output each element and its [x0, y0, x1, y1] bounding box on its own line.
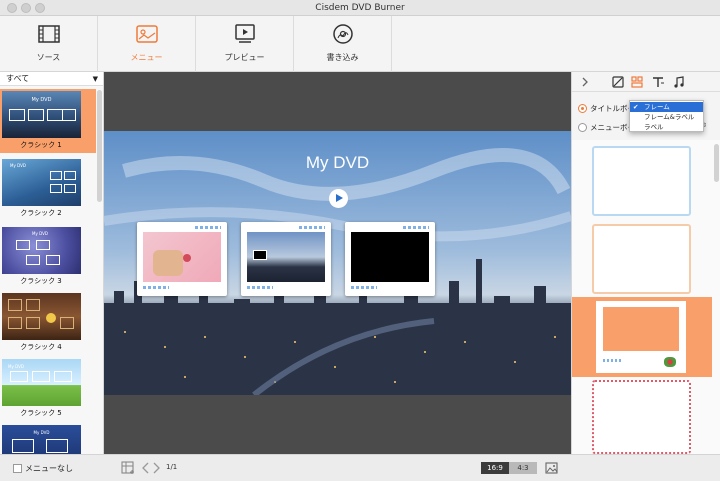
- card-label-placeholder: [195, 226, 221, 229]
- properties-tabs: [572, 72, 720, 92]
- template-sidebar: すべて ▼ My DVD クラシック 1 My DVD クラシック 2 My D…: [0, 72, 104, 454]
- chapter-image: [247, 232, 325, 282]
- thumb-title: My DVD: [32, 231, 48, 236]
- chapter-thumbnail[interactable]: [241, 222, 331, 296]
- text-icon[interactable]: [651, 75, 665, 89]
- film-icon: [38, 25, 60, 43]
- dropdown-option-frame-label[interactable]: フレーム&ラベル: [630, 112, 703, 122]
- template-item[interactable]: My DVD: [0, 423, 96, 454]
- no-menu-checkbox[interactable]: [13, 464, 22, 473]
- template-name: クラシック 4: [20, 343, 62, 351]
- menu-button-radio[interactable]: [578, 123, 587, 132]
- card-label-placeholder: [247, 286, 273, 289]
- sidebar-scrollbar[interactable]: [97, 90, 102, 202]
- card-label-placeholder: [143, 286, 169, 289]
- aspect-4-3-button[interactable]: 4:3: [509, 462, 537, 474]
- frame-label-placeholder: [603, 359, 623, 362]
- next-page-icon[interactable]: [151, 461, 161, 475]
- background-icon[interactable]: [611, 75, 625, 89]
- previous-page-icon[interactable]: [141, 461, 151, 475]
- tab-burn-label: 書き込み: [326, 53, 359, 62]
- checkmark-icon: ✔: [633, 103, 639, 111]
- dropdown-option-frame[interactable]: ✔ フレーム: [630, 102, 703, 112]
- template-name: クラシック 5: [20, 409, 62, 417]
- tab-burn[interactable]: 書き込み: [294, 16, 392, 72]
- template-item[interactable]: My DVD クラシック 3: [0, 225, 96, 289]
- frames-scrollbar[interactable]: [714, 144, 719, 182]
- decoration-icon: [664, 357, 676, 367]
- menu-template-icon: [136, 25, 158, 43]
- title-bar: Cisdem DVD Burner: [0, 0, 720, 16]
- chapter-image: [351, 232, 429, 282]
- thumb-title: My DVD: [31, 97, 52, 103]
- frame-style-list: [572, 140, 720, 454]
- card-label-placeholder: [351, 286, 377, 289]
- tab-source[interactable]: ソース: [0, 16, 98, 72]
- main-toolbar: ソース メニュー プレビュー 書き込み: [0, 16, 720, 72]
- frame-style-hearts[interactable]: [592, 380, 691, 454]
- template-item[interactable]: My DVD クラシック 1: [0, 89, 96, 153]
- template-item[interactable]: My DVD クラシック 5: [0, 357, 96, 421]
- frame-style-selected-row[interactable]: [572, 297, 712, 377]
- menu-canvas: My DVD: [104, 72, 571, 454]
- aspect-16-9-button[interactable]: 16:9: [481, 462, 509, 474]
- play-all-button[interactable]: [329, 189, 348, 208]
- chapter-image: [143, 232, 221, 282]
- template-name: クラシック 2: [20, 209, 62, 217]
- add-page-icon[interactable]: [121, 460, 135, 476]
- thumb-title: My DVD: [33, 430, 50, 435]
- thumb-title: My DVD: [8, 364, 24, 369]
- tab-menu[interactable]: メニュー: [98, 16, 196, 72]
- menu-button-label: メニューボタン: [590, 123, 630, 132]
- template-item[interactable]: クラシック 4: [0, 291, 96, 355]
- template-filter-dropdown[interactable]: すべて ▼: [0, 72, 103, 86]
- template-item[interactable]: My DVD クラシック 2: [0, 157, 96, 221]
- frame-style-orange[interactable]: [592, 224, 691, 294]
- template-thumbnail: My DVD: [2, 91, 81, 138]
- template-thumbnail: [2, 293, 81, 340]
- burn-disc-icon: [333, 24, 353, 44]
- template-thumbnail: My DVD: [2, 359, 81, 406]
- chapter-thumbnail[interactable]: [345, 222, 435, 296]
- zoom-window-button[interactable]: [35, 3, 45, 13]
- layout-icon[interactable]: [630, 75, 644, 89]
- tab-menu-label: メニュー: [130, 53, 163, 62]
- menu-preview: My DVD: [104, 131, 571, 395]
- template-thumbnail: My DVD: [2, 159, 81, 206]
- card-label-placeholder: [403, 226, 429, 229]
- background-image-icon[interactable]: [545, 461, 559, 475]
- thumb-title: My DVD: [10, 163, 26, 168]
- chevron-right-icon[interactable]: [578, 75, 592, 89]
- frame-style-stamp: [596, 301, 686, 373]
- title-button-radio[interactable]: [578, 104, 587, 113]
- minimize-window-button[interactable]: [21, 3, 31, 13]
- no-menu-label: メニューなし: [25, 464, 73, 473]
- title-button-label: タイトルボタン: [590, 104, 630, 113]
- chevron-down-icon: ▼: [92, 75, 98, 83]
- tab-preview-label: プレビュー: [224, 53, 265, 62]
- chapter-thumbnail[interactable]: [137, 222, 227, 296]
- dropdown-option-label[interactable]: ラベル: [630, 122, 703, 132]
- frame-style-blue[interactable]: [592, 146, 691, 216]
- frame-photo-area: [603, 307, 679, 351]
- music-icon[interactable]: [672, 75, 686, 89]
- tab-source-label: ソース: [36, 53, 61, 62]
- menu-title-text[interactable]: My DVD: [104, 153, 571, 173]
- play-preview-icon: [235, 24, 255, 43]
- template-filter-value: すべて: [6, 74, 30, 83]
- card-label-placeholder: [299, 226, 325, 229]
- bottom-bar: メニューなし 1/1 16:9 4:3: [0, 454, 720, 481]
- page-indicator: 1/1: [166, 463, 178, 471]
- close-window-button[interactable]: [7, 3, 17, 13]
- template-name: クラシック 3: [20, 277, 62, 285]
- button-style-dropdown[interactable]: ✔ フレーム フレーム&ラベル ラベル: [629, 100, 704, 132]
- template-name: クラシック 1: [20, 141, 62, 149]
- template-thumbnail: My DVD: [2, 425, 81, 454]
- tab-preview[interactable]: プレビュー: [196, 16, 294, 72]
- window-title: Cisdem DVD Burner: [315, 3, 405, 13]
- template-thumbnail: My DVD: [2, 227, 81, 274]
